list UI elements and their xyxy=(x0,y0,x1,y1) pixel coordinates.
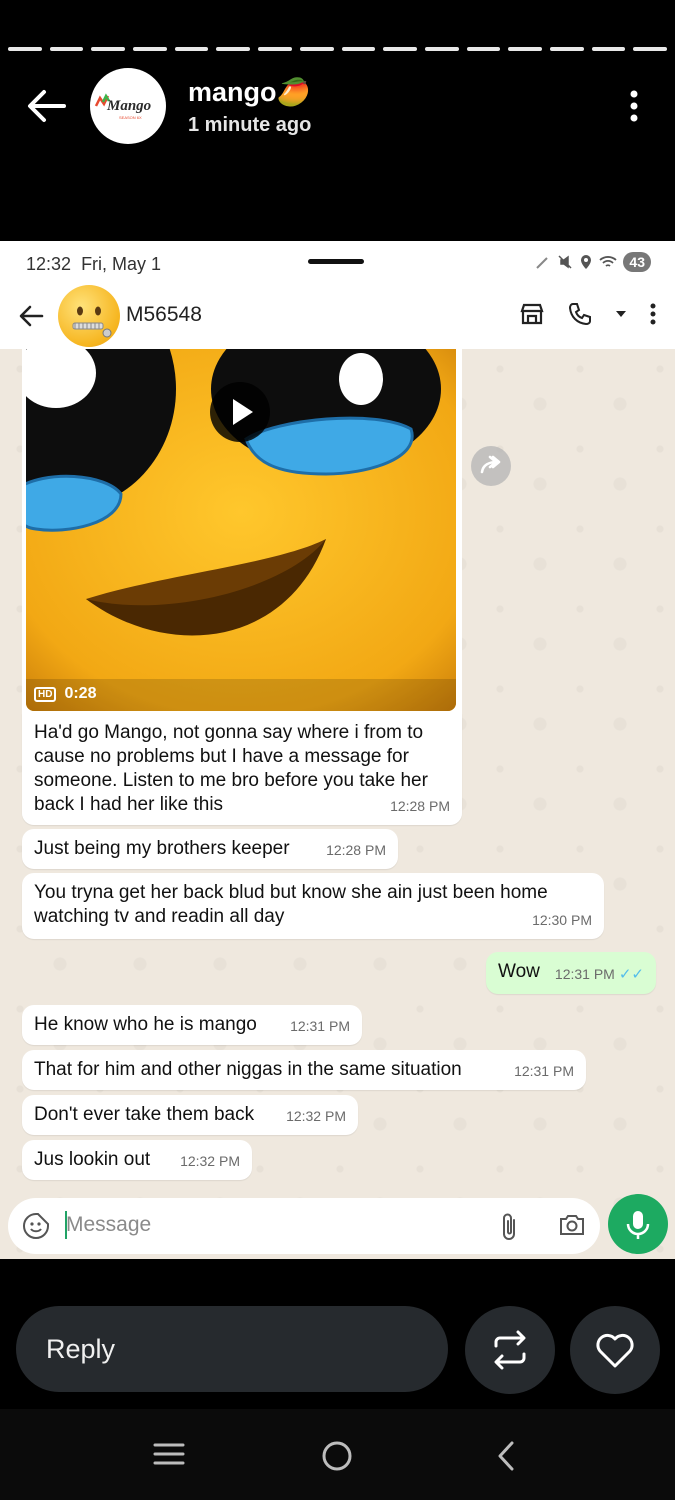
message-placeholder: Message xyxy=(66,1213,152,1236)
mic-button xyxy=(608,1194,668,1254)
chat-header-actions xyxy=(519,301,657,327)
status-bar: 12:32 Fri, May 1 43 xyxy=(0,241,675,285)
message-time: 12:28 PM xyxy=(326,842,386,858)
status-time: 12:32 Fri, May 1 xyxy=(26,254,162,274)
message-text: Just being my brothers keeper xyxy=(34,838,290,859)
chevron-down-icon xyxy=(616,311,626,317)
message-text: Ha'd go Mango, not gonna say where i fro… xyxy=(34,722,428,815)
pen-icon xyxy=(536,257,549,269)
contact-avatar xyxy=(58,285,120,347)
message-time: 12:31 PM ✓✓ xyxy=(554,966,644,983)
read-receipt-icon: ✓✓ xyxy=(618,966,644,983)
message-time: 12:32 PM xyxy=(180,1153,240,1169)
zipper-mouth-emoji xyxy=(72,306,112,338)
mute-icon xyxy=(558,255,572,269)
notch-pill xyxy=(308,259,364,264)
reply-input[interactable]: Reply xyxy=(16,1306,448,1392)
forward-icon xyxy=(480,455,501,474)
hd-badge: HD xyxy=(34,686,57,702)
status-icons: 43 xyxy=(535,252,651,272)
forward-button xyxy=(471,446,511,486)
message-out: Wow 12:31 PM ✓✓ xyxy=(486,952,656,994)
recents-icon[interactable] xyxy=(152,1441,186,1467)
message-text: That for him and other niggas in the sam… xyxy=(34,1059,462,1080)
shared-screenshot: 12:32 Fri, May 1 43 M56548 HD 0:28 Ha'd … xyxy=(0,241,675,1259)
message-in: Ha'd go Mango, not gonna say where i fro… xyxy=(22,713,462,825)
message-text: You tryna get her back blud but know she… xyxy=(34,882,548,927)
home-icon[interactable] xyxy=(320,1439,354,1473)
message-in: Jus lookin out 12:32 PM xyxy=(22,1140,252,1180)
story-more-button[interactable] xyxy=(622,88,646,124)
like-button[interactable] xyxy=(570,1306,660,1394)
wifi-icon xyxy=(599,256,618,267)
system-nav-bar xyxy=(0,1409,675,1500)
back-arrow-icon xyxy=(19,305,44,327)
more-vertical-icon xyxy=(650,303,656,325)
story-header: Mango SEASON 6X mango🥭 1 minute ago xyxy=(0,0,675,241)
location-icon xyxy=(581,255,592,269)
play-button xyxy=(210,382,270,442)
story-username[interactable]: mango🥭 xyxy=(188,76,310,108)
message-text: Jus lookin out xyxy=(34,1149,151,1170)
story-footer: Reply xyxy=(0,1259,675,1409)
attach-icon xyxy=(503,1213,515,1240)
message-time: 12:31 PM xyxy=(290,1018,350,1034)
username-text: mango xyxy=(188,77,277,107)
duration-text: 0:28 xyxy=(64,685,97,702)
store-icon xyxy=(520,303,544,325)
mango-emoji: 🥭 xyxy=(276,77,311,107)
repost-button[interactable] xyxy=(465,1306,555,1394)
play-icon xyxy=(233,399,253,425)
phone-icon xyxy=(568,303,591,326)
story-timestamp: 1 minute ago xyxy=(188,114,312,136)
mango-logo: Mango SEASON 6X xyxy=(94,93,151,120)
camera-icon xyxy=(560,1215,584,1235)
reply-placeholder: Reply xyxy=(46,1334,116,1364)
back-button[interactable] xyxy=(24,86,68,126)
message-time: 12:30 PM xyxy=(532,912,592,928)
message-in: Don't ever take them back 12:32 PM xyxy=(22,1095,358,1135)
sticker-icon xyxy=(23,1213,49,1239)
chat-back-button xyxy=(18,303,44,329)
message-time: 12:32 PM xyxy=(286,1108,346,1124)
nav-back-icon[interactable] xyxy=(494,1439,518,1473)
message-text: He know who he is mango xyxy=(34,1014,257,1035)
svg-text:SEASON 6X: SEASON 6X xyxy=(119,115,142,120)
heart-icon xyxy=(596,1333,634,1368)
microphone-icon xyxy=(626,1211,650,1239)
story-progress-bar xyxy=(8,47,667,51)
message-in: Just being my brothers keeper 12:28 PM xyxy=(22,829,398,869)
svg-text:Mango: Mango xyxy=(106,98,151,114)
message-text: Wow xyxy=(498,961,540,982)
message-in: That for him and other niggas in the sam… xyxy=(22,1050,586,1090)
more-vertical-icon xyxy=(630,90,638,122)
message-composer: Message xyxy=(8,1198,600,1254)
arrow-left-icon xyxy=(28,90,66,122)
message-time: 12:31 PM xyxy=(514,1063,574,1079)
video-duration: HD 0:28 xyxy=(34,685,96,703)
battery-indicator: 43 xyxy=(623,252,651,272)
contact-name: M56548 xyxy=(126,303,202,326)
message-time: 12:28 PM xyxy=(390,798,450,814)
story-avatar[interactable]: Mango SEASON 6X xyxy=(90,68,166,144)
repost-icon xyxy=(494,1330,526,1370)
message-text: Don't ever take them back xyxy=(34,1104,255,1125)
message-in: He know who he is mango 12:31 PM xyxy=(22,1005,362,1045)
message-in: You tryna get her back blud but know she… xyxy=(22,873,604,939)
chat-header: M56548 xyxy=(0,285,675,349)
